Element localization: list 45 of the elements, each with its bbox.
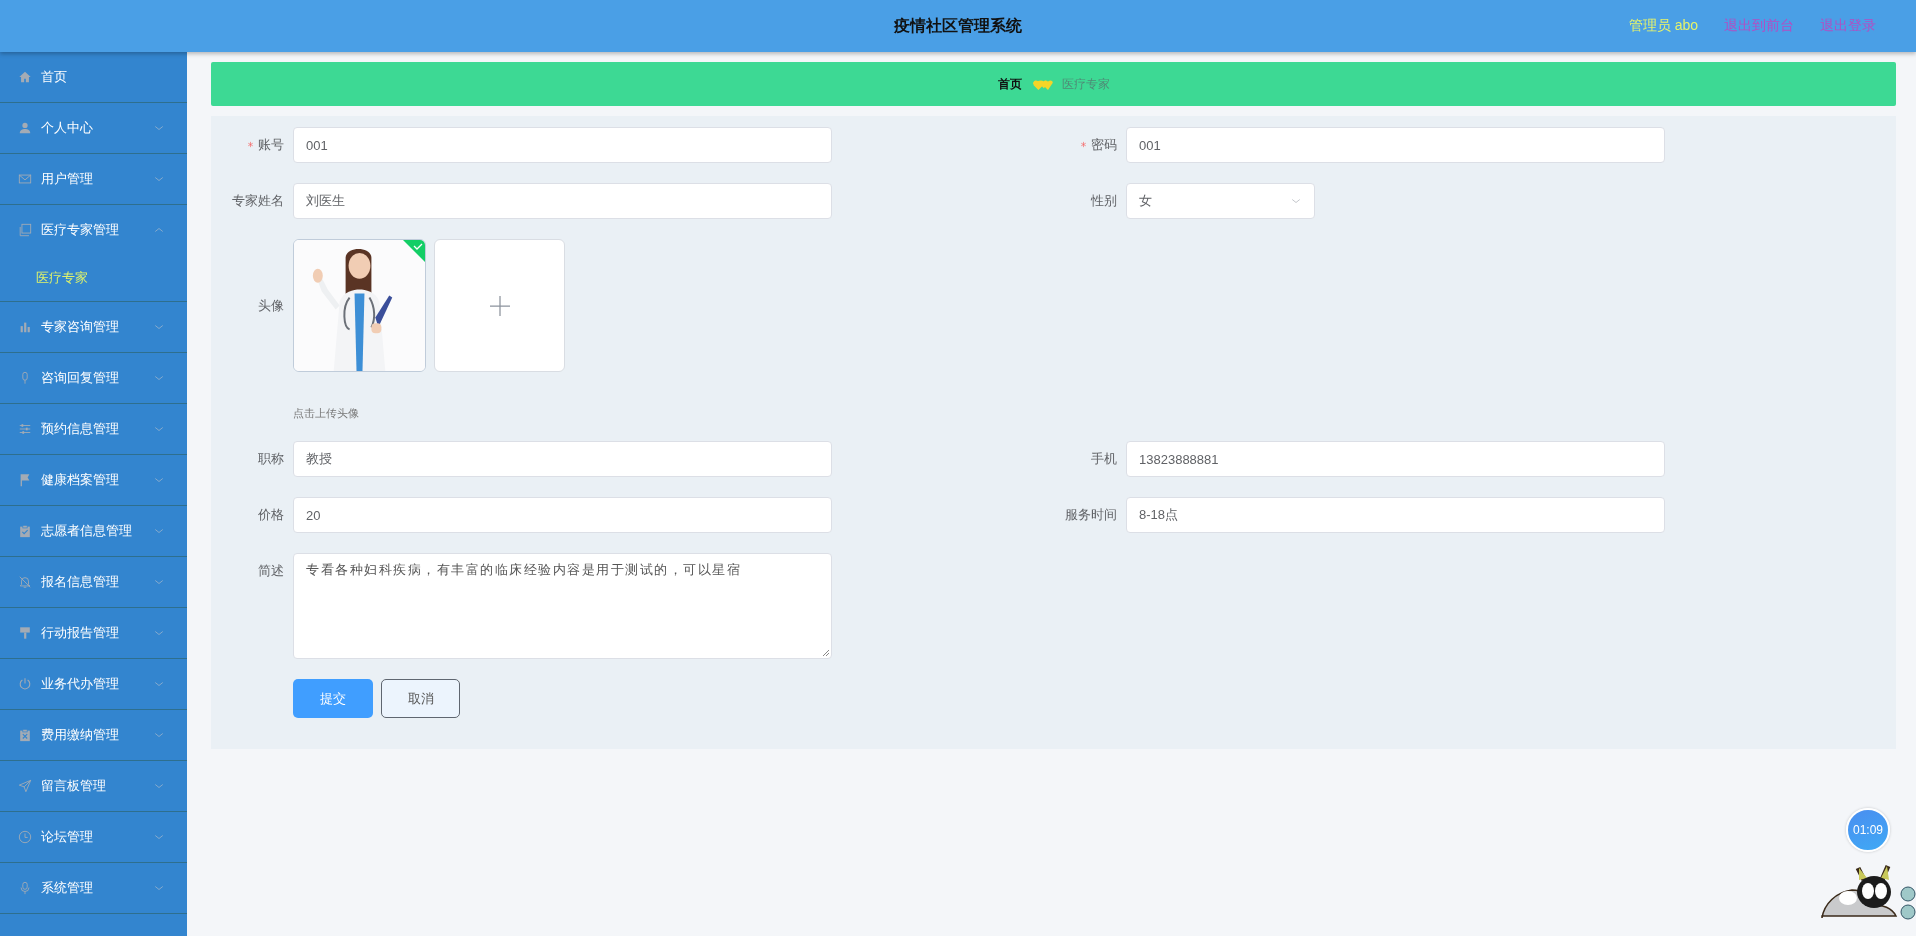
breadcrumb-item[interactable]: 首页 <box>997 75 1022 93</box>
user-icon <box>18 121 32 135</box>
input-field[interactable]: 教授 <box>293 441 832 477</box>
field-label: 账号 <box>247 137 284 152</box>
app-title: 疫情社区管理系统 <box>894 16 1022 34</box>
microphone-icon <box>18 881 32 895</box>
bar-chart-icon <box>18 320 32 334</box>
plus-icon <box>489 295 510 316</box>
power-icon <box>18 677 32 691</box>
field-label: 服务时间 <box>1065 507 1117 522</box>
brush-icon <box>18 626 32 640</box>
input-field[interactable]: 13823888881 <box>1126 441 1665 477</box>
flag-icon <box>18 473 32 487</box>
clock-icon <box>18 830 32 844</box>
field-label: 密码 <box>1080 137 1117 152</box>
submit-button[interactable]: 提交 <box>293 679 373 718</box>
clipboard-icon <box>18 728 32 742</box>
field-label: 性别 <box>1091 193 1117 208</box>
admin-label: 管理员 abo <box>1628 17 1698 35</box>
field-label: 职称 <box>258 451 284 466</box>
input-field[interactable]: 001 <box>1126 127 1665 163</box>
cancel-button[interactable]: 取消 <box>381 679 460 718</box>
upload-hint: 点击上传头像 <box>293 406 359 421</box>
field-label: 头像 <box>258 298 284 313</box>
input-field[interactable]: 刘医生 <box>293 183 832 219</box>
input-field[interactable]: 8-18点 <box>1126 497 1665 533</box>
copy-icon <box>18 223 32 237</box>
field-label: 价格 <box>258 507 284 522</box>
send-icon <box>18 779 32 793</box>
upload-button[interactable] <box>434 239 565 372</box>
input-field[interactable]: 20 <box>293 497 832 533</box>
bell-icon <box>18 575 32 589</box>
clipboard-icon <box>18 524 32 538</box>
textarea-field[interactable]: 专看各种妇科疾病，有丰富的临床经验内容是用于测试的，可以星宿 <box>293 553 832 659</box>
field-label: 手机 <box>1091 451 1117 466</box>
select-field[interactable]: 女 <box>1126 183 1315 219</box>
sidebar-item[interactable]: 医疗专家管理 <box>0 205 187 255</box>
breadcrumb-item: 医疗专家 <box>1061 75 1110 93</box>
envelope-icon <box>18 172 32 186</box>
field-label: 简述 <box>258 563 284 578</box>
sliders-icon <box>18 422 32 436</box>
home-icon <box>18 70 32 84</box>
resize-grip-icon <box>822 649 830 657</box>
input-field[interactable]: 001 <box>293 127 832 163</box>
field-label: 专家姓名 <box>232 193 284 208</box>
